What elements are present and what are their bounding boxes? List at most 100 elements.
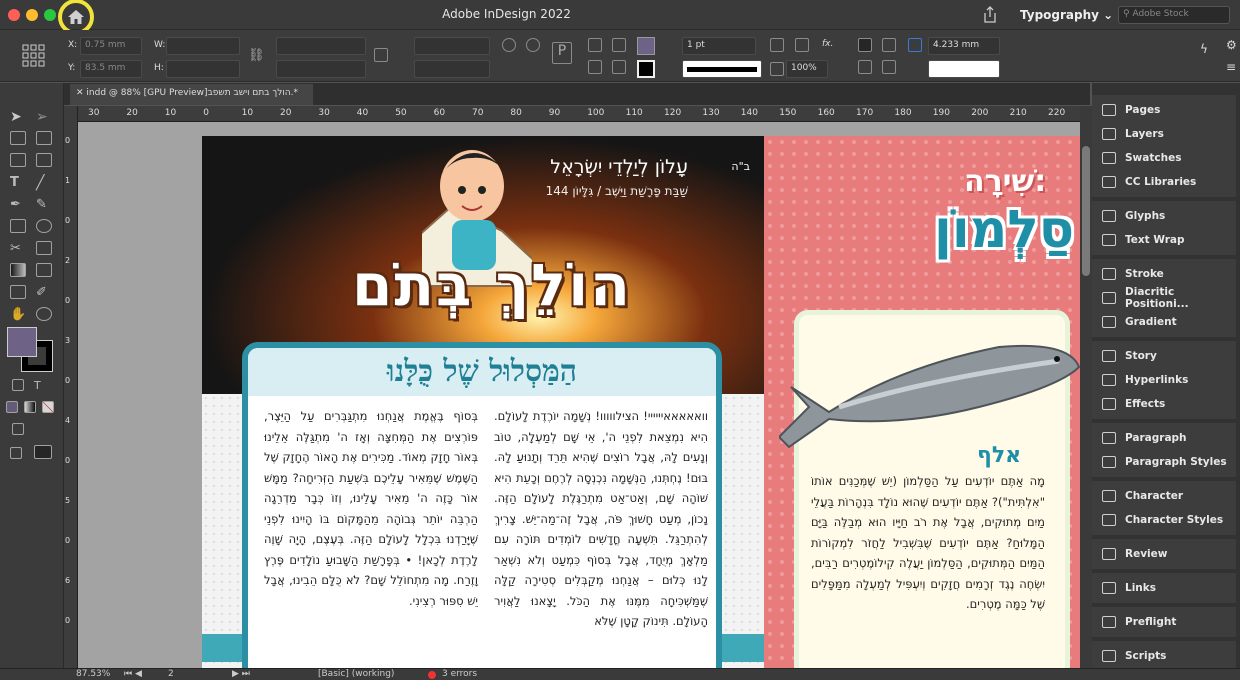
adobe-stock-search[interactable]: ⚲ Adobe Stock [1118,6,1230,24]
eyedropper-tool-icon[interactable]: ✐ [36,285,52,300]
gap-field[interactable]: 4.233 mm [928,37,1000,55]
content-collector-icon[interactable] [10,153,26,167]
panel-preflight[interactable]: Preflight [1092,610,1236,634]
align-center-icon[interactable] [882,38,896,52]
panel-paragraph-styles[interactable]: Paragraph Styles [1092,450,1236,474]
fill-swatch[interactable] [7,327,37,357]
align-right-icon[interactable] [858,60,872,74]
zoom-level[interactable]: 87.53% [76,669,110,679]
link-scale-icon[interactable] [374,48,388,62]
opacity-icon[interactable] [770,62,784,76]
stroke-type-dropdown[interactable] [682,60,762,78]
panel-gradient[interactable]: Gradient [1092,310,1236,334]
panel-character-styles[interactable]: Character Styles [1092,508,1236,532]
lightning-icon[interactable]: ϟ [1200,42,1208,56]
normal-mode-icon[interactable] [10,447,22,459]
vertical-ruler[interactable]: 0 1 0 2 0 3 0 4 0 5 0 6 0 [64,106,78,668]
frame-fitting-icon[interactable] [795,38,809,52]
panel-review[interactable]: Review [1092,542,1236,566]
corner-options-icon[interactable] [770,38,784,52]
preview-mode-icon[interactable] [34,445,52,459]
close-tab-icon[interactable]: ✕ [76,88,86,98]
gradient-feather-tool-icon[interactable] [36,263,52,277]
note-tool-icon[interactable] [10,285,26,299]
zoom-tool-icon[interactable] [36,307,52,321]
direct-selection-tool-icon[interactable]: ➢ [36,109,52,125]
article-column-right[interactable]: וואאאאאיייייי! הצילווווו! נְשָׁמָה יוֹרֶ… [494,406,708,632]
panel-character[interactable]: Character [1092,484,1236,508]
scale-x-field[interactable] [276,37,366,55]
stroke-weight-field[interactable]: 1 pt [682,37,756,55]
pencil-tool-icon[interactable]: ✎ [36,197,52,212]
paragraph-p-icon[interactable]: P [552,42,572,64]
panel-effects[interactable]: Effects [1092,392,1236,416]
rotate-ccw-icon[interactable] [526,38,540,52]
panel-hyperlinks[interactable]: Hyperlinks [1092,368,1236,392]
article-column-left[interactable]: בְּסוֹף בֶּאֱמֶת אֲנַחְנוּ מִתְגַּבְּרִי… [264,406,478,611]
panel-layers[interactable]: Layers [1092,122,1236,146]
scale-y-field[interactable] [276,60,366,78]
panel-text-wrap[interactable]: Text Wrap [1092,228,1236,252]
share-icon[interactable] [982,6,998,23]
shear-field[interactable] [414,60,490,78]
panel-diacritic[interactable]: Diacritic Positioni... [1092,286,1236,310]
justify-icon[interactable] [882,60,896,74]
opacity-field[interactable]: 100% [786,60,828,78]
screen-mode-icon[interactable] [12,423,24,435]
flip-vertical-icon[interactable] [612,38,626,52]
x-field[interactable]: 0.75 mm [80,37,142,55]
gear-icon[interactable]: ⚙ [1226,38,1237,52]
panel-swatches[interactable]: Swatches [1092,146,1236,170]
ellipse-tool-icon[interactable] [36,219,52,233]
align-left-icon[interactable] [858,38,872,52]
fx-icon[interactable]: fx. [822,39,833,49]
select-content-icon[interactable] [612,60,626,74]
salmon-text[interactable]: מָה אַתֶּם יוֹדְעִים עַל הַסַּלְמוֹן (יֵ… [811,471,1045,615]
page-left[interactable]: ב"ה עָלוֹן לְיַלְדֵי יִשְׂרָאֵל שַׁבַּת … [202,136,764,668]
content-placer-icon[interactable] [36,153,52,167]
preflight-profile[interactable]: [Basic] (working) [318,669,394,679]
gap-tool-icon[interactable] [908,38,922,52]
rotation-field[interactable] [414,37,490,55]
style-dropdown[interactable] [928,60,1000,78]
panel-story[interactable]: Story [1092,344,1236,368]
panel-cc-libraries[interactable]: CC Libraries [1092,170,1236,194]
reference-point-icon[interactable] [22,44,46,68]
rotate-cw-icon[interactable] [502,38,516,52]
rectangle-frame-tool-icon[interactable] [10,219,26,233]
select-container-icon[interactable] [588,60,602,74]
panel-pages[interactable]: Pages [1092,98,1236,122]
formatting-container-icon[interactable] [12,379,24,391]
h-field[interactable] [166,60,240,78]
panel-menu-icon[interactable]: ≡ [1226,60,1236,74]
hand-tool-icon[interactable]: ✋ [10,307,26,322]
panel-glyphs[interactable]: Glyphs [1092,204,1236,228]
vertical-scrollbar[interactable] [1080,106,1092,668]
workspace-switcher[interactable]: Typography ⌄ [1020,8,1113,22]
error-count[interactable]: 3 errors [442,669,477,679]
panel-stroke[interactable]: Stroke [1092,262,1236,286]
apply-none-icon[interactable] [42,401,54,413]
apply-gradient-icon[interactable] [24,401,36,413]
apply-color-icon[interactable] [6,401,18,413]
pen-tool-icon[interactable]: ✒ [10,197,26,212]
gradient-tool-icon[interactable] [10,263,26,277]
panel-links[interactable]: Links [1092,576,1236,600]
page-number[interactable]: 2 [168,669,174,679]
page-right[interactable]: שִׁירָה: סַלְמוֹן אלף מָה אַתֶּם יוֹדְעִ… [764,136,1080,668]
scissors-tool-icon[interactable]: ✂ [10,241,26,256]
gap-tool-icon[interactable] [36,131,52,145]
next-page-icon[interactable]: ▶ ⏭ [232,669,250,679]
formatting-text-icon[interactable]: T [34,379,50,393]
fill-color-swatch[interactable] [637,37,655,55]
y-field[interactable]: 83.5 mm [80,60,142,78]
panel-scripts[interactable]: Scripts [1092,644,1236,668]
horizontal-ruler[interactable]: 30 20 10 0 10 20 30 40 50 60 70 80 90 100 110 120 130 140… [78,106,1080,122]
page-tool-icon[interactable] [10,131,26,145]
flip-horizontal-icon[interactable] [588,38,602,52]
panel-paragraph[interactable]: Paragraph [1092,426,1236,450]
constrain-proportions-icon[interactable]: ⛓ [248,48,265,63]
scrollbar-thumb[interactable] [1082,146,1090,276]
stroke-color-swatch[interactable] [637,60,655,78]
line-tool-icon[interactable]: ╱ [36,175,52,191]
